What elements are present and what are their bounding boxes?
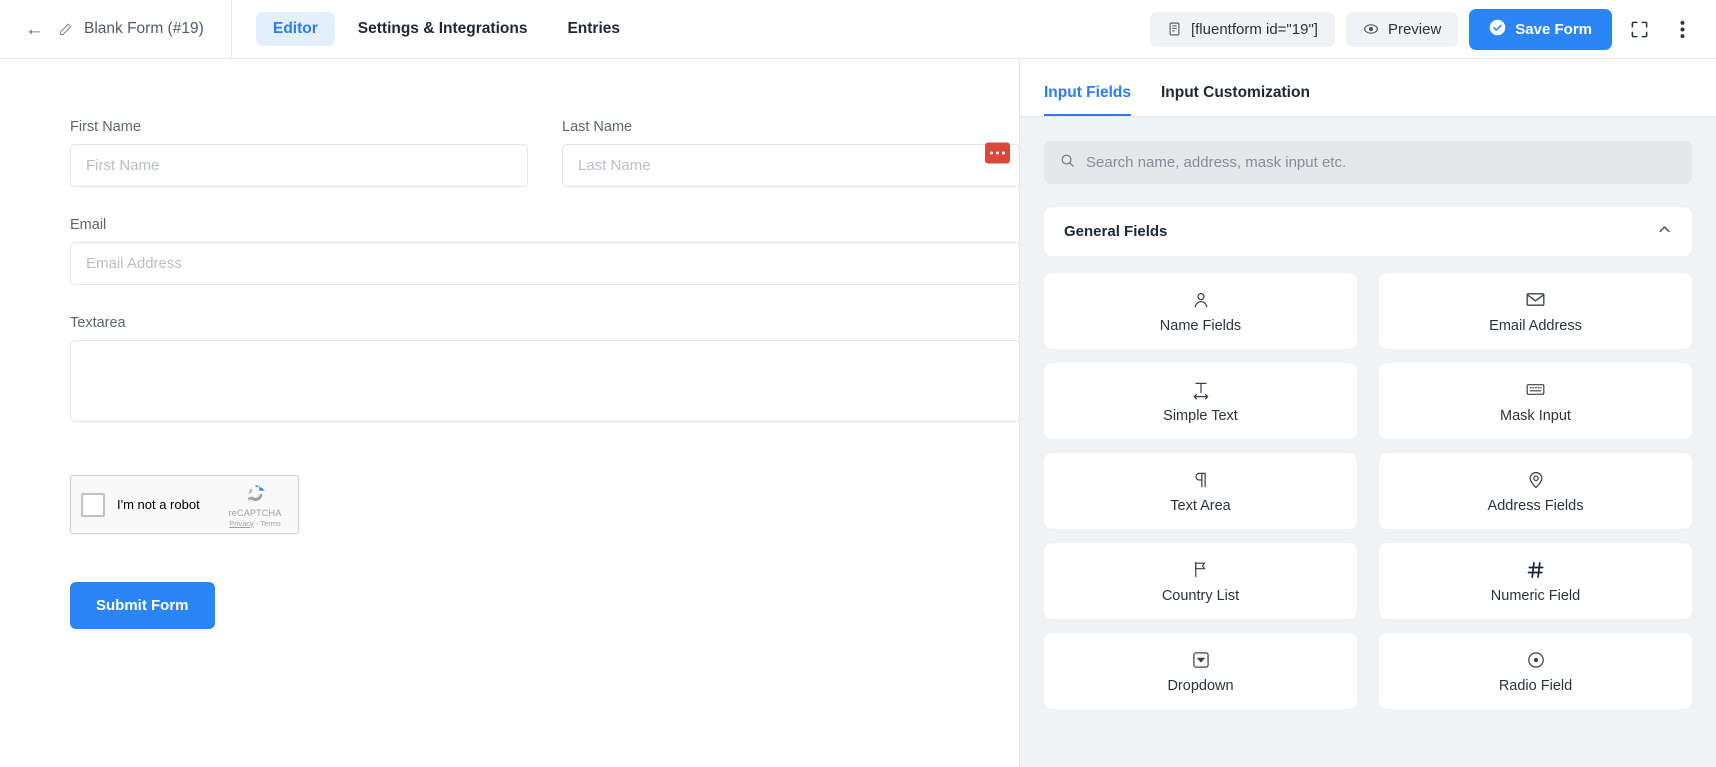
field-card-label: Country List [1162,588,1239,604]
flag-icon [1191,559,1210,581]
recaptcha-terms-link[interactable]: Terms [260,519,280,528]
paragraph-icon [1191,469,1211,491]
top-bar: ← Blank Form (#19) Editor Settings & Int… [0,0,1716,59]
preview-label: Preview [1388,21,1441,38]
panel-body: General Fields Name F [1020,117,1716,767]
email-row: Email [70,217,1019,285]
fullscreen-icon[interactable] [1623,13,1655,45]
field-card-label: Text Area [1170,498,1230,514]
field-card-radio-field[interactable]: Radio Field [1379,633,1692,709]
recaptcha-widget[interactable]: I'm not a robot reCAPTCHA [70,475,299,534]
form-title[interactable]: Blank Form (#19) [84,20,204,38]
last-name-label: Last Name [562,119,1019,135]
group-title: General Fields [1064,223,1167,240]
email-label: Email [70,217,1019,233]
tab-input-customization[interactable]: Input Customization [1161,84,1310,116]
top-bar-left: ← Blank Form (#19) [0,0,232,58]
shortcode-button[interactable]: [fluentform id="19"] [1150,12,1335,47]
top-bar-actions: [fluentform id="19"] Preview [1150,9,1716,50]
map-pin-icon [1526,469,1546,491]
body: First Name Last Name Email [0,59,1716,767]
field-card-name-fields[interactable]: Name Fields [1044,273,1357,349]
field-card-address-fields[interactable]: Address Fields [1379,453,1692,529]
recaptcha-checkbox[interactable] [81,493,105,517]
caret-square-down-icon [1191,649,1211,671]
form-preview: First Name Last Name Email [0,119,1019,629]
field-textarea[interactable]: Textarea [70,315,1019,427]
recaptcha-label: I'm not a robot [117,497,200,512]
field-search[interactable] [1044,141,1692,184]
field-card-label: Name Fields [1160,318,1241,334]
field-cards-grid: Name Fields Email Address [1044,273,1692,709]
fields-panel: Input Fields Input Customization General… [1019,59,1716,767]
tab-input-fields[interactable]: Input Fields [1044,84,1131,116]
save-form-label: Save Form [1515,21,1592,38]
field-card-email-address[interactable]: Email Address [1379,273,1692,349]
field-card-label: Mask Input [1500,408,1571,424]
panel-tabs: Input Fields Input Customization [1020,59,1716,117]
recaptcha-brand: reCAPTCHA Privacy - Terms [222,482,288,528]
tab-entries[interactable]: Entries [550,12,637,46]
form-canvas: First Name Last Name Email [0,59,1019,767]
field-card-label: Radio Field [1499,678,1572,694]
text-width-icon [1191,379,1211,401]
first-name-label: First Name [70,119,528,135]
field-card-label: Address Fields [1488,498,1584,514]
submit-form-button[interactable]: Submit Form [70,582,215,629]
field-card-mask-input[interactable]: Mask Input [1379,363,1692,439]
field-card-numeric-field[interactable]: Numeric Field [1379,543,1692,619]
preview-button[interactable]: Preview [1346,12,1458,47]
recaptcha-logo-icon [222,482,288,506]
search-input[interactable] [1086,154,1676,171]
recaptcha-links[interactable]: Privacy - Terms [222,519,288,528]
check-circle-icon [1489,19,1506,40]
field-card-text-area[interactable]: Text Area [1044,453,1357,529]
name-fields-row: First Name Last Name [70,119,1019,187]
field-card-label: Dropdown [1167,678,1233,694]
textarea-input[interactable] [70,340,1019,422]
user-icon [1191,289,1211,311]
save-form-button[interactable]: Save Form [1469,9,1612,50]
field-card-dropdown[interactable]: Dropdown [1044,633,1357,709]
textarea-label: Textarea [70,315,1019,331]
chevron-up-icon[interactable] [1657,222,1672,242]
field-card-label: Simple Text [1163,408,1238,424]
tab-settings-integrations[interactable]: Settings & Integrations [341,12,545,46]
eye-icon [1363,21,1379,37]
search-icon [1060,153,1075,173]
last-name-input[interactable] [562,144,1019,187]
keyboard-icon [1525,379,1546,401]
radio-circle-icon [1526,649,1546,671]
field-card-label: Numeric Field [1491,588,1580,604]
field-card-label: Email Address [1489,318,1582,334]
recaptcha-privacy-link[interactable]: Privacy [229,519,254,528]
group-general-fields[interactable]: General Fields [1044,207,1692,256]
textarea-row: Textarea [70,315,1019,427]
main-tabs: Editor Settings & Integrations Entries [232,12,637,46]
arrow-left-icon[interactable]: ← [22,18,47,41]
pencil-icon[interactable] [58,22,73,37]
tab-editor[interactable]: Editor [256,12,335,46]
recaptcha-brand-name: reCAPTCHA [222,508,288,518]
field-last-name[interactable]: Last Name [562,119,1019,187]
hash-icon [1526,559,1546,581]
field-card-simple-text[interactable]: Simple Text [1044,363,1357,439]
first-name-input[interactable] [70,144,528,187]
form-builder-app: ← Blank Form (#19) Editor Settings & Int… [0,0,1716,767]
shortcode-text: [fluentform id="19"] [1191,21,1318,38]
field-card-country-list[interactable]: Country List [1044,543,1357,619]
field-first-name[interactable]: First Name [70,119,528,187]
field-email[interactable]: Email [70,217,1019,285]
email-input[interactable] [70,242,1019,285]
copy-icon [1167,21,1182,37]
field-actions-badge[interactable] [985,143,1010,164]
envelope-icon [1525,289,1546,311]
more-vertical-icon[interactable] [1666,13,1698,45]
